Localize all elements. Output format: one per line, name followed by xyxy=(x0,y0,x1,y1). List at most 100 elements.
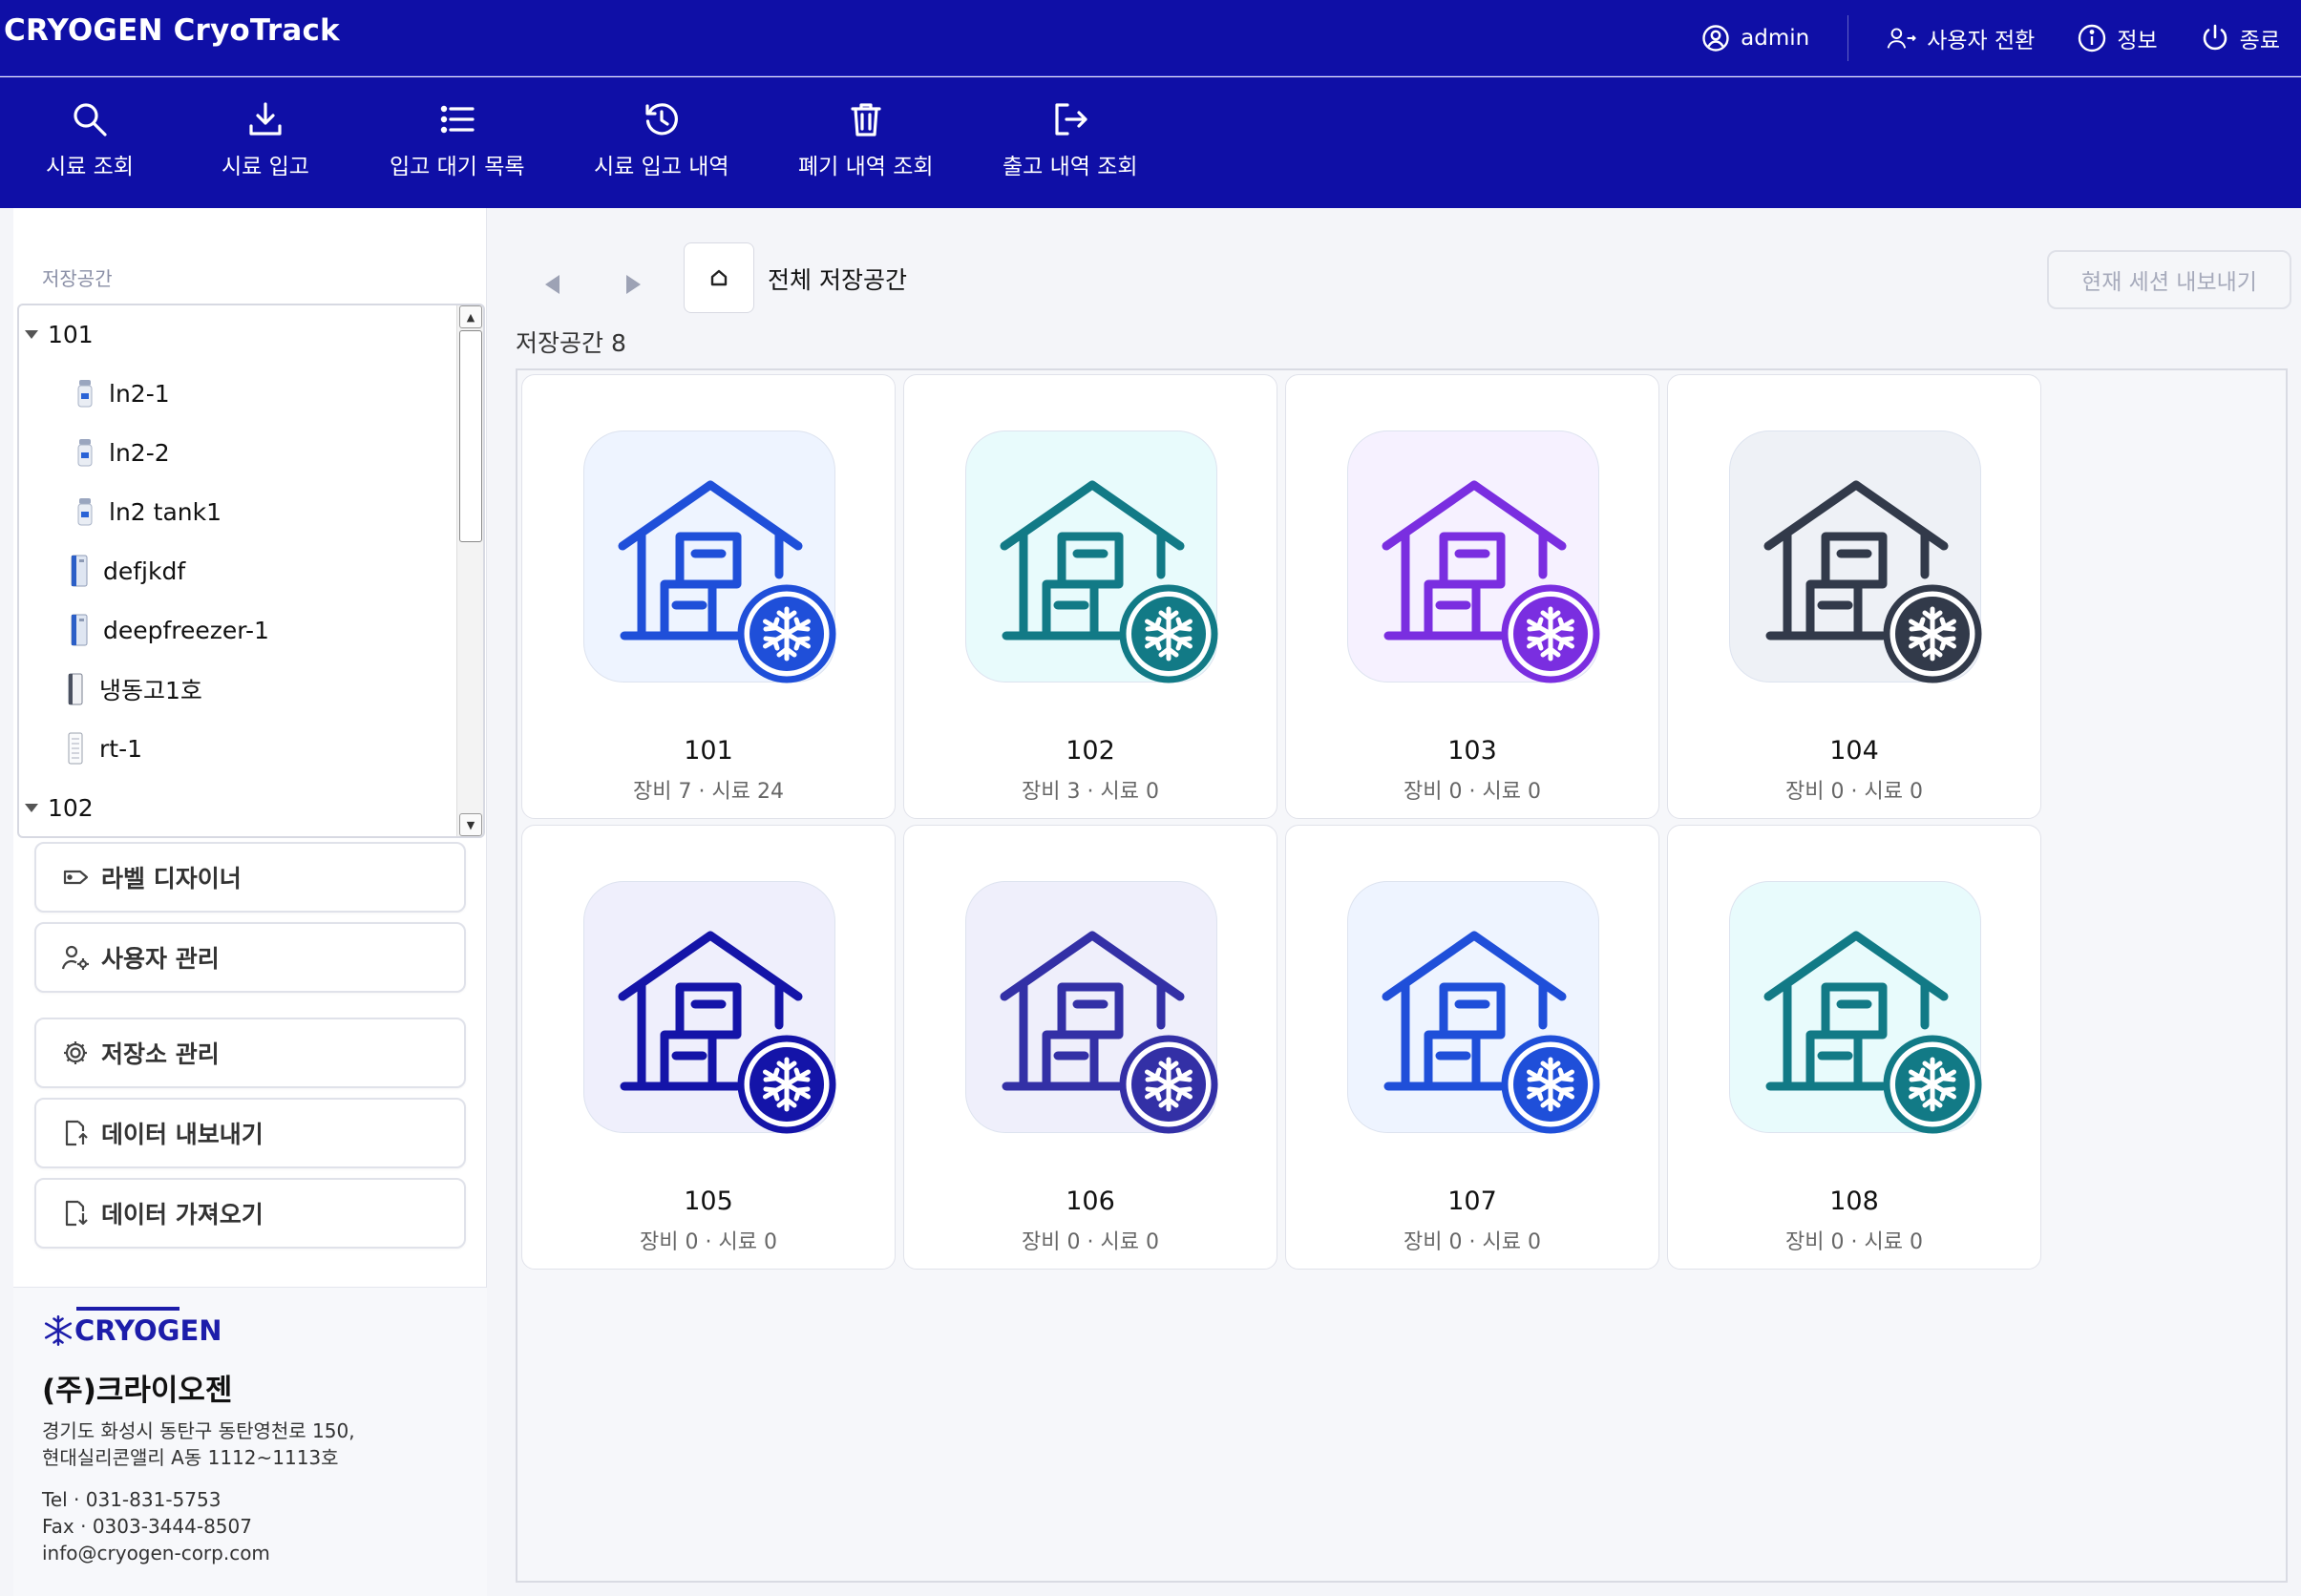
tool-sample-search[interactable]: 시료 조회 xyxy=(46,100,134,180)
tree-item-rt-1[interactable]: rt-1 xyxy=(19,720,142,777)
storage-grid: 101 장비 7 · 시료 24 102 장비 3 · 시료 0 103 장비 … xyxy=(516,368,2288,1583)
user-management-button[interactable]: 사용자 관리 xyxy=(34,922,466,993)
caret-down-icon[interactable] xyxy=(25,329,38,339)
tree-group-101[interactable]: 101 xyxy=(19,305,94,363)
switch-user-icon xyxy=(1887,28,1917,49)
storage-name: 106 xyxy=(1066,1186,1115,1216)
tree-group-102[interactable]: 102 xyxy=(19,779,94,836)
tool-intake-history[interactable]: 시료 입고 내역 xyxy=(594,100,729,180)
storage-card-107[interactable]: 107 장비 0 · 시료 0 xyxy=(1285,825,1659,1270)
storage-card-108[interactable]: 108 장비 0 · 시료 0 xyxy=(1667,825,2041,1270)
switch-user-button[interactable]: 사용자 전환 xyxy=(1866,0,2056,76)
logo-text: CRYOGEN xyxy=(74,1314,222,1347)
data-export-button[interactable]: 데이터 내보내기 xyxy=(34,1098,466,1168)
snowflake-icon xyxy=(44,1315,73,1346)
tree-label: 102 xyxy=(48,793,94,822)
warehouse-snowflake-icon xyxy=(1382,931,1600,1134)
home-button[interactable] xyxy=(684,242,754,313)
tool-sample-intake[interactable]: 시료 입고 xyxy=(222,100,309,180)
storage-tree: 101 ln2-1 ln2-2 ln2 tank1 defjkdf deepfr… xyxy=(17,304,485,838)
gear-icon xyxy=(64,1041,87,1064)
tree-label: ln2-2 xyxy=(109,438,170,467)
company-email: info@cryogen-corp.com xyxy=(42,1542,270,1564)
ln2-tank-icon xyxy=(77,380,93,408)
tree-item-deepfreezer-1[interactable]: deepfreezer-1 xyxy=(19,601,269,659)
storage-name: 105 xyxy=(684,1186,733,1216)
storage-stats: 장비 0 · 시료 0 xyxy=(1785,780,1923,804)
tool-intake-queue[interactable]: 입고 대기 목록 xyxy=(390,100,525,180)
address-line-1: 경기도 화성시 동탄구 동탄영천로 150, xyxy=(42,1419,355,1442)
trash-icon xyxy=(851,103,881,136)
file-import-icon xyxy=(65,1200,88,1227)
storage-name: 102 xyxy=(1066,736,1115,766)
label-icon xyxy=(63,870,89,885)
tree-label: 냉동고1호 xyxy=(99,677,202,704)
tool-disposal-history[interactable]: 폐기 내역 조회 xyxy=(798,100,934,180)
export-session-button[interactable]: 현재 세션 내보내기 xyxy=(2047,250,2291,309)
storage-card-106[interactable]: 106 장비 0 · 시료 0 xyxy=(903,825,1277,1270)
storage-card-102[interactable]: 102 장비 3 · 시료 0 xyxy=(903,374,1277,819)
storage-tile xyxy=(965,881,1218,1134)
label-designer-button[interactable]: 라벨 디자이너 xyxy=(34,842,466,913)
scroll-thumb[interactable] xyxy=(459,330,482,542)
storage-stats: 장비 0 · 시료 0 xyxy=(1785,1230,1923,1254)
storage-card-103[interactable]: 103 장비 0 · 시료 0 xyxy=(1285,374,1659,819)
warehouse-snowflake-icon xyxy=(618,931,836,1134)
ln2-tank-icon xyxy=(77,498,93,526)
address-line-2: 현대실리콘앨리 A동 1112~1113호 xyxy=(42,1446,339,1469)
file-export-icon xyxy=(65,1120,88,1146)
sidebar: 저장공간 101 ln2-1 ln2-2 ln2 tank1 defjkdf d… xyxy=(13,208,487,1596)
logo-bar xyxy=(76,1307,179,1311)
tree-label: rt-1 xyxy=(99,734,143,763)
tree-item-defjkdf[interactable]: defjkdf xyxy=(19,542,185,599)
storage-management-button[interactable]: 저장소 관리 xyxy=(34,1018,466,1088)
exit-button[interactable]: 종료 xyxy=(2179,0,2301,76)
warehouse-snowflake-icon xyxy=(1000,480,1218,683)
caret-down-icon[interactable] xyxy=(25,803,38,812)
forward-button[interactable] xyxy=(615,265,653,304)
exit-label: 종료 xyxy=(2239,29,2280,53)
user-circle-icon xyxy=(1702,25,1729,52)
download-icon xyxy=(249,102,282,136)
storage-stats: 장비 0 · 시료 0 xyxy=(1404,780,1541,804)
storage-card-105[interactable]: 105 장비 0 · 시료 0 xyxy=(521,825,896,1270)
tool-release-history[interactable]: 출고 내역 조회 xyxy=(1003,100,1138,180)
button-label: 라벨 디자이너 xyxy=(101,865,242,892)
storage-stats: 장비 7 · 시료 24 xyxy=(633,780,784,804)
company-address: 경기도 화성시 동탄구 동탄영천로 150, 현대실리콘앨리 A동 1112~1… xyxy=(42,1418,355,1471)
info-icon xyxy=(2079,24,2106,52)
tree-item-ln2-tank1[interactable]: ln2 tank1 xyxy=(19,483,222,540)
user-menu[interactable]: admin xyxy=(1679,0,1830,76)
breadcrumb: 전체 저장공간 xyxy=(768,266,907,294)
storage-card-101[interactable]: 101 장비 7 · 시료 24 xyxy=(521,374,896,819)
storage-tile xyxy=(583,430,836,683)
deep-freezer-icon xyxy=(71,555,88,587)
tree-label: deepfreezer-1 xyxy=(103,616,269,644)
tool-label: 폐기 내역 조회 xyxy=(798,155,934,179)
storage-stats: 장비 0 · 시료 0 xyxy=(1404,1230,1541,1254)
button-label: 사용자 관리 xyxy=(101,945,220,973)
storage-name: 107 xyxy=(1447,1186,1497,1216)
tree-item-ln2-2[interactable]: ln2-2 xyxy=(19,424,170,481)
company-contact: Tel · 031-831-5753 Fax · 0303-3444-8507 … xyxy=(42,1486,270,1566)
info-button[interactable]: 정보 xyxy=(2056,0,2178,76)
scroll-up-icon[interactable]: ▲ xyxy=(459,305,482,328)
button-label: 데이터 내보내기 xyxy=(101,1121,264,1148)
data-import-button[interactable]: 데이터 가져오기 xyxy=(34,1178,466,1249)
tree-scrollbar[interactable]: ▲ ▼ xyxy=(456,305,483,836)
company-logo: CRYOGEN xyxy=(42,1314,222,1347)
list-icon xyxy=(440,105,475,134)
logout-icon xyxy=(1055,103,1087,136)
storage-section-label: 저장공간 xyxy=(42,267,113,290)
back-button[interactable] xyxy=(533,265,571,304)
scroll-down-icon[interactable]: ▼ xyxy=(459,813,482,836)
warehouse-snowflake-icon xyxy=(618,480,836,683)
top-bar: CRYOGEN CryoTrack admin 사용자 전환 정보 종료 xyxy=(0,0,2301,76)
tree-item-freezer-1[interactable]: 냉동고1호 xyxy=(19,661,202,718)
storage-tile xyxy=(1347,430,1600,683)
warehouse-snowflake-icon xyxy=(1000,931,1218,1134)
storage-tile xyxy=(1729,881,1982,1134)
tree-item-ln2-1[interactable]: ln2-1 xyxy=(19,365,170,422)
storage-tile xyxy=(1729,430,1982,683)
storage-card-104[interactable]: 104 장비 0 · 시료 0 xyxy=(1667,374,2041,819)
